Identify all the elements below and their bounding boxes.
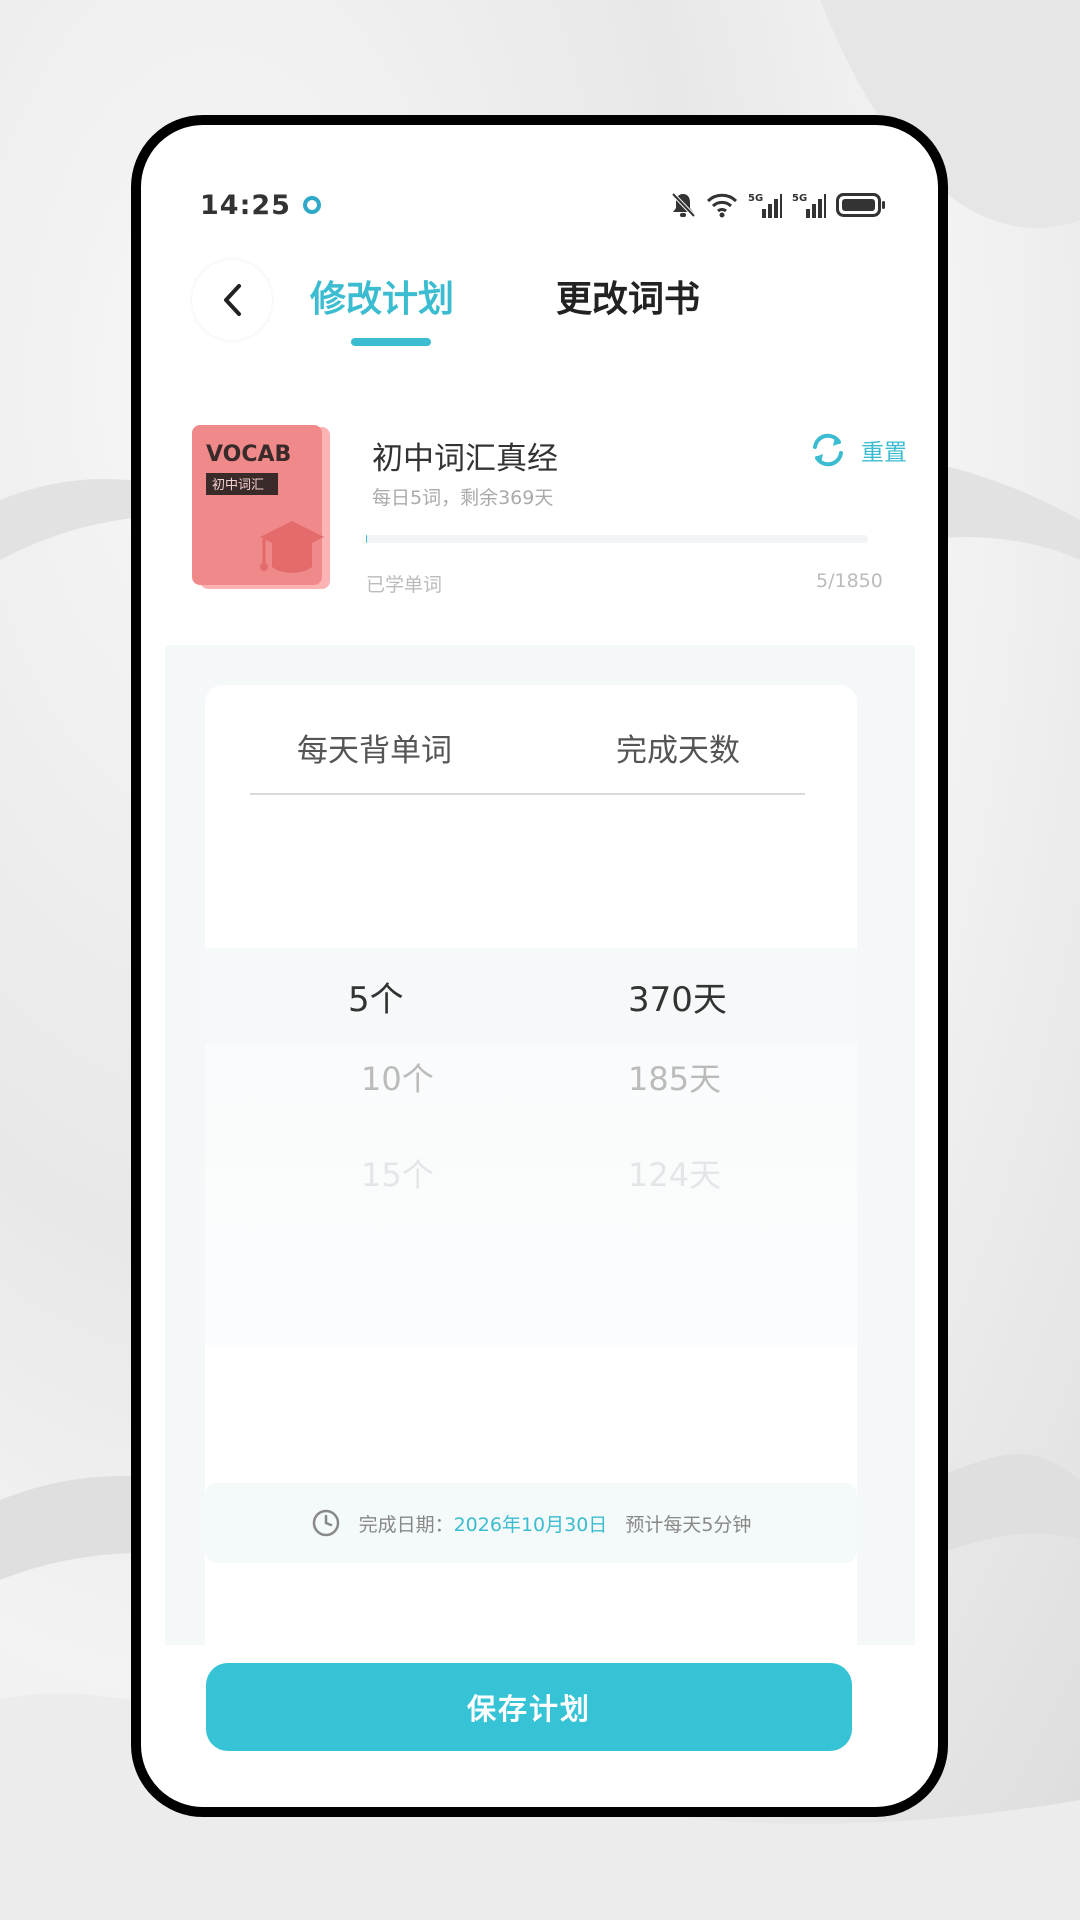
status-left: 14:25: [200, 190, 321, 221]
finish-date-label: 完成日期：: [358, 1513, 454, 1536]
status-time: 14:25: [200, 189, 291, 221]
picker-words-option[interactable]: 10个: [361, 1054, 434, 1100]
header: 修改计划 更改词书: [192, 260, 898, 350]
picker-days-option[interactable]: 185天: [628, 1054, 721, 1100]
clock-icon: [312, 1509, 339, 1537]
finish-date-value: 2026年10月30日: [453, 1513, 608, 1536]
book-title: 初中词汇真经: [372, 441, 558, 477]
reset-label: 重置: [861, 440, 907, 466]
refresh-icon: [813, 433, 843, 467]
picker-days-option[interactable]: 370天: [628, 972, 727, 1021]
save-plan-button[interactable]: 保存计划: [206, 1663, 852, 1751]
5g-signal-icon: 5G: [792, 193, 826, 218]
words-per-day-header: 每天背单词: [297, 733, 452, 769]
status-bar: 14:25 5G 5G: [200, 185, 886, 225]
back-button[interactable]: [192, 260, 272, 340]
picker-words-option[interactable]: 5个: [348, 972, 404, 1021]
phone-frame: 14:25 5G 5G 修改计划 更改词书 VOCAB 初中词汇 初中词汇真经 …: [131, 115, 948, 1817]
picker-words-option[interactable]: 15个: [361, 1150, 434, 1196]
wifi-icon: [706, 193, 738, 218]
finish-date-info: 完成日期： 2026年10月30日 预计每天5分钟: [205, 1483, 857, 1563]
selected-row-highlight: [205, 948, 857, 1044]
learn-progress-bar: [366, 535, 868, 543]
book-cover-title: VOCAB: [206, 442, 291, 467]
daily-time-estimate: 预计每天5分钟: [625, 1513, 752, 1536]
mute-bell-icon: [671, 192, 696, 218]
learn-progress-fill: [366, 535, 368, 543]
active-tab-indicator: [351, 338, 431, 346]
book-cover-subtitle: 初中词汇: [212, 478, 264, 493]
book-card: VOCAB 初中词汇 初中词汇真经 每日5词，剩余369天 重置 已学单词 5/…: [192, 425, 907, 605]
svg-text:5G: 5G: [748, 193, 763, 204]
header-divider: [250, 793, 805, 795]
status-right: 5G 5G: [670, 191, 886, 219]
5g-signal-icon: 5G: [748, 193, 782, 218]
learned-words-label: 已学单词: [366, 574, 443, 596]
learned-words-count: 5/1850: [816, 570, 883, 592]
svg-text:5G: 5G: [792, 193, 807, 204]
reset-button[interactable]: 重置: [809, 433, 907, 467]
book-plan-summary: 每日5词，剩余369天: [372, 487, 554, 509]
tab-change-book[interactable]: 更改词书: [556, 270, 700, 322]
battery-icon: [836, 193, 885, 217]
book-cover-image[interactable]: VOCAB 初中词汇: [192, 425, 332, 590]
app-notification-icon: [302, 196, 321, 214]
app-screen: 14:25 5G 5G 修改计划 更改词书 VOCAB 初中词汇 初中词汇真经 …: [141, 125, 938, 1807]
tab-modify-plan[interactable]: 修改计划: [310, 270, 454, 322]
chevron-left-icon: [224, 284, 241, 316]
picker-days-option[interactable]: 124天: [628, 1150, 721, 1196]
days-to-complete-header: 完成天数: [616, 733, 740, 769]
